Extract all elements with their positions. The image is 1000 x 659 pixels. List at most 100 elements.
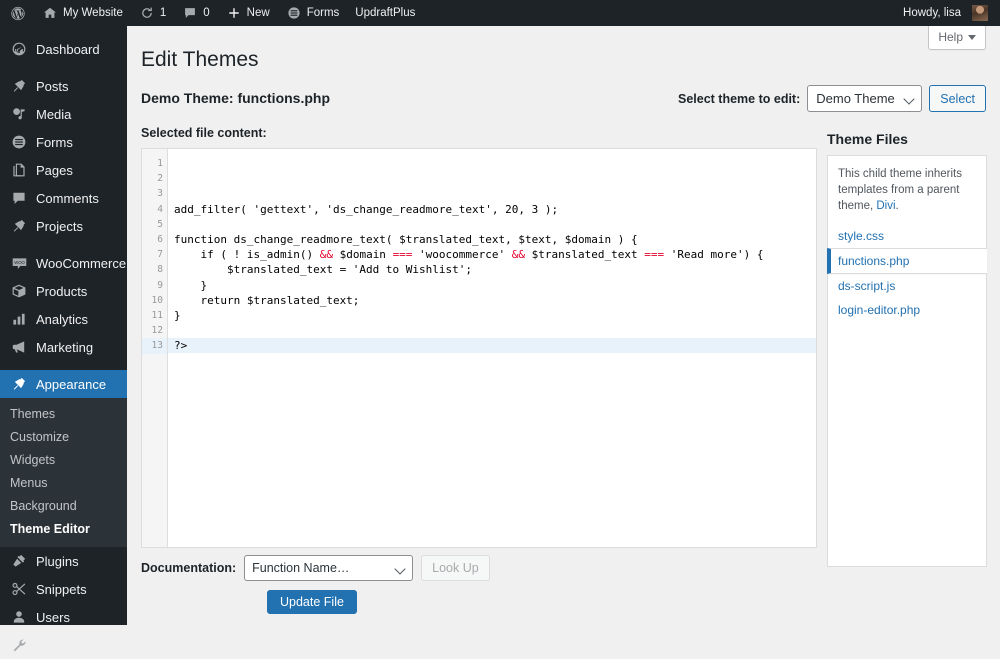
code-editor[interactable]: 1 2 3 4 5 6 7 8 9 10 11 12 13 add_filter( 'gettext',… [141, 148, 817, 548]
sidebar-item-label: Analytics [36, 311, 89, 327]
line-number: 3 [157, 188, 163, 200]
comments-menu[interactable]: 0 [174, 0, 217, 26]
sidebar-item-label: Media [36, 106, 72, 122]
howdy-label: Howdy, lisa [903, 7, 961, 19]
sidebar-item-snippets[interactable]: Snippets [0, 575, 127, 603]
comment-bubble-icon [182, 5, 198, 21]
code-line[interactable]: function ds_change_readmore_text( $trans… [168, 232, 816, 247]
sidebar-item-users[interactable]: Users [0, 603, 127, 631]
sidebar-item-marketing[interactable]: Marketing [0, 333, 127, 361]
sidebar-item-label: Marketing [36, 339, 94, 355]
pin-icon [10, 77, 28, 95]
code-line[interactable] [168, 171, 816, 186]
theme-select[interactable]: Demo Theme [807, 85, 923, 113]
submenu-item-theme-editor[interactable]: Theme Editor [0, 518, 127, 541]
code-line[interactable] [168, 156, 816, 171]
sidebar-item-products[interactable]: Products [0, 277, 127, 305]
submenu-item-menus[interactable]: Menus [0, 472, 127, 495]
sidebar-item-plugins[interactable]: Plugins [0, 547, 127, 575]
plugin-icon [10, 552, 28, 570]
parent-theme-note-suffix: . [895, 200, 899, 212]
updraftplus-menu[interactable]: UpdraftPlus [347, 0, 423, 26]
updates-menu[interactable]: 1 [131, 0, 174, 26]
sidebar-item-dashboard[interactable]: Dashboard [0, 35, 127, 63]
sidebar-item-analytics[interactable]: Analytics [0, 305, 127, 333]
page-title: Edit Themes [141, 48, 259, 71]
code-line[interactable] [168, 323, 816, 338]
sidebar-item-appearance[interactable]: Appearance [0, 370, 135, 398]
submenu-item-background[interactable]: Background [0, 495, 127, 518]
line-number: 8 [157, 264, 163, 276]
user-icon [10, 608, 28, 626]
line-number: 12 [151, 325, 163, 337]
code-line[interactable] [168, 217, 816, 232]
sidebar-item-label: Plugins [36, 553, 79, 569]
code-operator: && [511, 248, 526, 262]
code-text: } [174, 278, 208, 292]
admin-bar: My Website 1 0 New Forms UpdraftPlus How… [0, 0, 1000, 26]
my-account-menu[interactable]: Howdy, lisa [895, 0, 996, 26]
admin-sidebar: Dashboard Posts Media Forms Pages Commen… [0, 26, 135, 653]
sidebar-item-label: Dashboard [36, 41, 100, 57]
code-line[interactable]: return $translated_text; [168, 293, 816, 308]
line-number: 4 [157, 203, 163, 215]
code-line[interactable]: } [168, 308, 816, 323]
site-name-label: My Website [63, 7, 123, 19]
submenu-item-themes[interactable]: Themes [0, 403, 127, 426]
forms-menu[interactable]: Forms [278, 0, 348, 26]
parent-theme-link[interactable]: Divi [876, 200, 895, 212]
pages-icon [10, 161, 28, 179]
code-content[interactable]: add_filter( 'gettext', 'ds_change_readmo… [168, 149, 816, 547]
theme-file-ds-script-js[interactable]: ds-script.js [828, 274, 986, 298]
sidebar-item-label: Comments [36, 190, 99, 206]
sidebar-item-posts[interactable]: Posts [0, 72, 127, 100]
theme-files-heading: Theme Files [827, 131, 908, 147]
paintbrush-icon [10, 375, 28, 393]
help-tab-button[interactable]: Help [928, 26, 986, 50]
sidebar-item-label: Appearance [36, 376, 107, 392]
help-tab-wrap: Help [928, 26, 986, 50]
code-line[interactable]: } [168, 278, 816, 293]
site-name-menu[interactable]: My Website [34, 0, 131, 26]
chevron-down-icon [968, 35, 976, 40]
select-theme-button[interactable]: Select [929, 85, 986, 113]
code-line[interactable]: ?> [168, 338, 816, 354]
sidebar-item-pages[interactable]: Pages [0, 156, 127, 184]
submenu-item-widgets[interactable]: Widgets [0, 449, 127, 472]
code-line[interactable]: $translated_text = 'Add to Wishlist'; [168, 262, 816, 277]
line-number: 9 [157, 279, 163, 291]
main-content: Help Edit Themes Demo Theme: functions.p… [127, 26, 1000, 625]
avatar [972, 5, 988, 21]
theme-file-functions-php[interactable]: functions.php [827, 248, 987, 274]
code-text: $translated_text [525, 248, 645, 262]
sidebar-item-projects[interactable]: Projects [0, 212, 127, 240]
theme-file-style-css[interactable]: style.css [828, 224, 986, 248]
sidebar-item-label: Posts [36, 78, 69, 94]
forms-icon [286, 5, 302, 21]
admin-bar-left: My Website 1 0 New Forms UpdraftPlus [0, 0, 423, 26]
code-line[interactable]: add_filter( 'gettext', 'ds_change_readmo… [168, 202, 816, 217]
sidebar-separator-1 [0, 63, 127, 72]
submenu-item-customize[interactable]: Customize [0, 426, 127, 449]
code-text: $domain [332, 248, 393, 262]
sidebar-item-media[interactable]: Media [0, 100, 127, 128]
theme-select-box: Demo Theme [807, 85, 923, 113]
documentation-select[interactable]: Function Name… [244, 555, 414, 581]
sidebar-item-woocommerce[interactable]: WOO WooCommerce [0, 249, 127, 277]
new-content-menu[interactable]: New [218, 0, 278, 26]
admin-bar-right: Howdy, lisa [895, 0, 1000, 26]
update-file-button[interactable]: Update File [267, 590, 357, 614]
code-line[interactable]: if ( ! is_admin() && $domain === 'woocom… [168, 247, 816, 262]
box-icon [10, 282, 28, 300]
sidebar-item-tools[interactable]: Tools [0, 631, 127, 659]
forms-label: Forms [306, 7, 340, 19]
look-up-button[interactable]: Look Up [421, 555, 490, 581]
sidebar-item-forms[interactable]: Forms [0, 128, 127, 156]
forms-icon [10, 133, 28, 151]
sidebar-item-comments[interactable]: Comments [0, 184, 127, 212]
theme-file-login-editor-php[interactable]: login-editor.php [828, 298, 986, 322]
sidebar-item-label: Tools [36, 637, 67, 653]
sidebar-separator-3 [0, 361, 127, 370]
code-line[interactable] [168, 186, 816, 201]
wordpress-logo-menu[interactable] [2, 0, 34, 26]
